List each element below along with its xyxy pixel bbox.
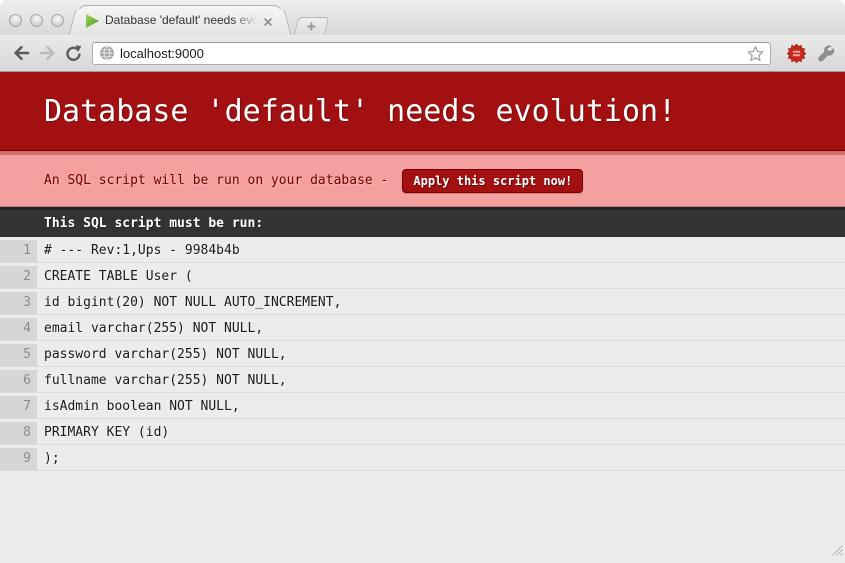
reload-icon <box>64 44 83 63</box>
script-line: 5 password varchar(255) NOT NULL, <box>0 341 845 367</box>
window-controls <box>9 14 64 27</box>
browser-window: Database 'default' needs evol <box>0 0 845 563</box>
address-bar[interactable]: localhost:9000 <box>92 42 771 65</box>
red-badge-icon <box>787 44 806 63</box>
browser-toolbar: localhost:9000 <box>0 35 845 72</box>
line-number: 3 <box>0 292 37 314</box>
line-code: ); <box>44 448 60 470</box>
script-line: 9); <box>0 445 845 471</box>
page-title: Database 'default' needs evolution! <box>0 72 845 151</box>
page-content: Database 'default' needs evolution! An S… <box>0 72 845 471</box>
script-line: 4 email varchar(255) NOT NULL, <box>0 315 845 341</box>
new-tab-button[interactable] <box>294 17 329 35</box>
script-header: This SQL script must be run: <box>0 207 845 237</box>
line-number: 5 <box>0 344 37 366</box>
line-number: 1 <box>0 240 37 262</box>
evolution-banner: An SQL script will be run on your databa… <box>0 151 845 207</box>
script-line: 2 CREATE TABLE User ( <box>0 263 845 289</box>
line-code: fullname varchar(255) NOT NULL, <box>44 370 287 392</box>
line-number: 8 <box>0 422 37 444</box>
window-titlebar[interactable]: Database 'default' needs evol <box>0 0 845 35</box>
line-code: PRIMARY KEY (id) <box>44 422 169 444</box>
bookmark-star-icon[interactable] <box>747 45 764 62</box>
globe-icon <box>99 45 115 61</box>
line-code: # --- Rev:1,Ups - 9984b4b <box>44 240 240 262</box>
back-button[interactable] <box>8 40 34 66</box>
browser-tab[interactable]: Database 'default' needs evol <box>78 5 282 35</box>
window-zoom-button[interactable] <box>51 14 64 27</box>
apply-script-button[interactable]: Apply this script now! <box>402 169 583 193</box>
play-favicon-icon <box>86 14 99 28</box>
script-line: 1 # --- Rev:1,Ups - 9984b4b <box>0 237 845 263</box>
forward-button[interactable] <box>34 40 60 66</box>
banner-text: An SQL script will be run on your databa… <box>44 173 388 188</box>
script-line: 8 PRIMARY KEY (id) <box>0 419 845 445</box>
extension-badge-button[interactable] <box>784 41 808 65</box>
line-number: 9 <box>0 448 37 470</box>
line-code: id bigint(20) NOT NULL AUTO_INCREMENT, <box>44 292 341 314</box>
line-code: isAdmin boolean NOT NULL, <box>44 396 240 418</box>
line-code: email varchar(255) NOT NULL, <box>44 318 263 340</box>
sql-script-listing: 1 # --- Rev:1,Ups - 9984b4b 2 CREATE TABLE … <box>0 237 845 471</box>
resize-grip-icon[interactable] <box>831 543 843 561</box>
forward-arrow-icon <box>38 44 57 62</box>
window-minimize-button[interactable] <box>30 14 43 27</box>
wrench-icon <box>816 44 834 62</box>
line-code: CREATE TABLE User ( <box>44 266 193 288</box>
script-line: 3 id bigint(20) NOT NULL AUTO_INCREMENT, <box>0 289 845 315</box>
tab-title: Database 'default' needs evol <box>105 13 258 28</box>
script-line: 6 fullname varchar(255) NOT NULL, <box>0 367 845 393</box>
tab-close-icon[interactable] <box>262 15 274 27</box>
script-line: 7 isAdmin boolean NOT NULL, <box>0 393 845 419</box>
line-number: 6 <box>0 370 37 392</box>
line-code: password varchar(255) NOT NULL, <box>44 344 287 366</box>
line-number: 4 <box>0 318 37 340</box>
plus-icon <box>306 21 317 32</box>
line-number: 7 <box>0 396 37 418</box>
settings-menu-button[interactable] <box>813 41 837 65</box>
window-close-button[interactable] <box>9 14 22 27</box>
reload-button[interactable] <box>60 40 86 66</box>
url-text: localhost:9000 <box>120 43 747 64</box>
back-arrow-icon <box>12 44 31 62</box>
line-number: 2 <box>0 266 37 288</box>
